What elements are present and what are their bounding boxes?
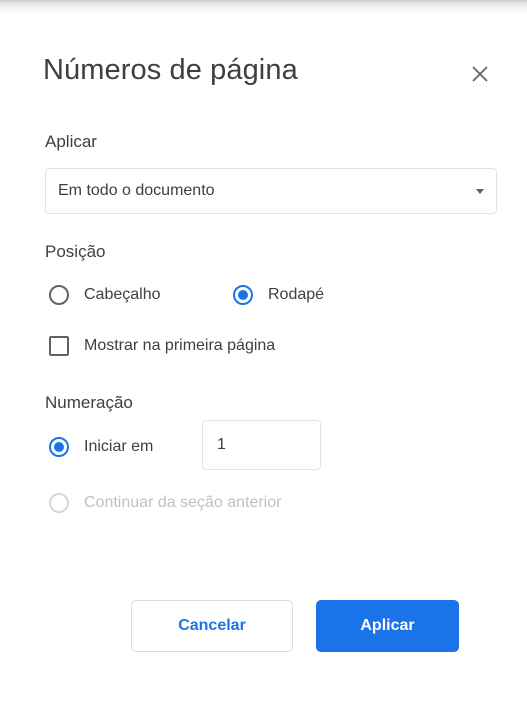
apply-scope-select[interactable]: Em todo o documento	[45, 168, 497, 214]
cancel-button[interactable]: Cancelar	[131, 600, 293, 652]
dropdown-arrow-icon	[476, 189, 484, 194]
position-section-label: Posição	[45, 242, 106, 261]
show-first-page-checkbox[interactable]: Mostrar na primeira página	[49, 336, 275, 356]
show-first-page-label: Mostrar na primeira página	[84, 337, 276, 354]
apply-section-label: Aplicar	[45, 132, 97, 151]
close-icon	[472, 66, 488, 82]
dialog-title: Números de página	[43, 54, 298, 86]
radio-header-label: Cabeçalho	[84, 286, 161, 303]
radio-footer[interactable]: Rodapé	[233, 285, 324, 305]
checkbox-icon	[49, 336, 69, 356]
radio-start-at-label: Iniciar em	[84, 438, 154, 455]
radio-continue-previous[interactable]: Continuar da seção anterior	[49, 493, 281, 513]
radio-start-at[interactable]: Iniciar em	[49, 437, 153, 457]
start-number-input[interactable]	[202, 420, 321, 470]
radio-continue-label: Continuar da seção anterior	[84, 494, 282, 511]
radio-footer-label: Rodapé	[268, 286, 325, 303]
page-numbers-dialog: Números de página Aplicar Em todo o docu…	[0, 16, 527, 718]
radio-header[interactable]: Cabeçalho	[49, 285, 161, 305]
window-top-edge	[0, 0, 527, 16]
radio-footer-icon	[233, 285, 253, 305]
apply-button[interactable]: Aplicar	[316, 600, 459, 652]
radio-continue-icon	[49, 493, 69, 513]
numbering-section-label: Numeração	[45, 393, 133, 412]
apply-scope-value: Em todo o documento	[58, 182, 215, 199]
radio-header-icon	[49, 285, 69, 305]
radio-start-at-icon	[49, 437, 69, 457]
close-button[interactable]	[462, 56, 498, 92]
